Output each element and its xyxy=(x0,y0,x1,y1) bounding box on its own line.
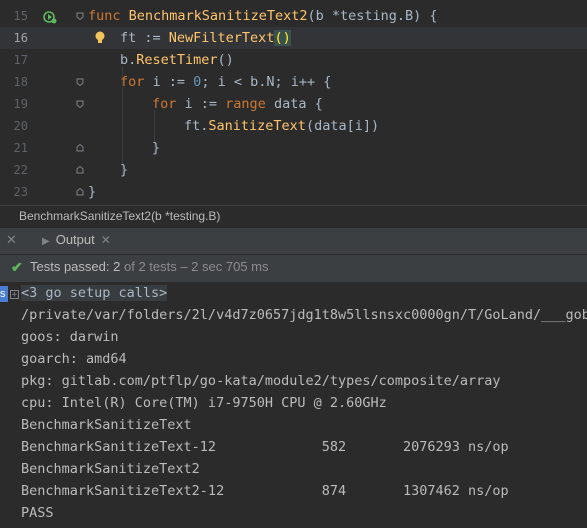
keyword: func xyxy=(88,8,121,24)
code-text: (data[i]) xyxy=(305,118,380,134)
code-editor[interactable]: 15 func BenchmarkSanitizeText2(b *testin… xyxy=(0,0,587,205)
fold-icon[interactable] xyxy=(76,188,84,196)
code-text: } xyxy=(120,162,129,178)
fold-icon[interactable] xyxy=(76,78,84,86)
code-line-16[interactable]: 16 ft := NewFilterText() xyxy=(0,27,587,49)
console-line: goos: darwin xyxy=(21,329,119,345)
close-icon[interactable]: ✕ xyxy=(6,232,17,248)
code-line-19[interactable]: 19 for i := range data { xyxy=(0,93,587,115)
code-text: } xyxy=(88,184,97,200)
code-line-18[interactable]: 18 for i := 0; i < b.N; i++ { xyxy=(0,71,587,93)
code-line-15[interactable]: 15 func BenchmarkSanitizeText2(b *testin… xyxy=(0,5,587,27)
line-number: 19 xyxy=(13,97,28,111)
code-line-22[interactable]: 22 } xyxy=(0,159,587,181)
function-call: ResetTimer xyxy=(136,52,218,68)
code-text: i := xyxy=(176,96,226,112)
code-line-17[interactable]: 17 b.ResetTimer() xyxy=(0,49,587,71)
function-name: BenchmarkSanitizeText2 xyxy=(128,8,308,24)
keyword: for xyxy=(120,74,145,90)
line-number: 18 xyxy=(13,75,28,89)
console-line: BenchmarkSanitizeText-12 582 2076293 ns/… xyxy=(21,439,509,455)
function-call: SanitizeText xyxy=(208,118,306,134)
paren-match: () xyxy=(274,30,291,46)
tests-passed-label: Tests passed: xyxy=(30,259,110,274)
tests-summary: of 2 tests – 2 sec 705 ms xyxy=(123,259,269,274)
line-number: 23 xyxy=(13,185,28,199)
code-line-21[interactable]: 21 } xyxy=(0,137,587,159)
close-icon[interactable]: ✕ xyxy=(101,233,111,247)
line-number: 15 xyxy=(13,9,28,23)
check-icon: ✔ xyxy=(11,259,23,275)
function-call: NewFilterText xyxy=(168,30,275,46)
setup-calls-fold[interactable]: <3 go setup calls> xyxy=(21,285,168,301)
breadcrumb-label: BenchmarkSanitizeText2(b *testing.B) xyxy=(19,209,221,223)
console-output[interactable]: s + <3 go setup calls> /private/var/fold… xyxy=(0,282,587,528)
console-line: BenchmarkSanitizeText xyxy=(21,417,192,433)
line-number: 17 xyxy=(13,53,28,67)
line-number: 16 xyxy=(13,31,28,45)
console-line: PASS xyxy=(21,505,54,521)
code-text: () xyxy=(217,52,234,68)
console-line: goarch: amd64 xyxy=(21,351,127,367)
code-line-23[interactable]: 23 } xyxy=(0,181,587,203)
console-line: BenchmarkSanitizeText2 xyxy=(21,461,200,477)
code-text: i := xyxy=(144,74,194,90)
test-status-bar: ✔ Tests passed: 2 of 2 tests – 2 sec 705… xyxy=(0,255,587,282)
breadcrumb[interactable]: BenchmarkSanitizeText2(b *testing.B) xyxy=(0,205,587,228)
play-icon: ▶ xyxy=(42,236,50,247)
console-line: BenchmarkSanitizeText2-12 874 1307462 ns… xyxy=(21,483,509,499)
fold-icon[interactable] xyxy=(76,12,84,20)
tests-passed-count: 2 xyxy=(113,259,121,274)
code-text: ft. xyxy=(184,118,209,134)
code-line-20[interactable]: 20 ft.SanitizeText(data[i]) xyxy=(0,115,587,137)
fold-icon[interactable] xyxy=(76,100,84,108)
tool-window-tabbar: ✕ ▶ Output ✕ xyxy=(0,228,587,255)
line-number: 20 xyxy=(13,119,28,133)
console-line: /private/var/folders/2l/v4d7z0657jdg1t8w… xyxy=(21,307,587,323)
code-text: ft := xyxy=(120,30,169,46)
console-line: cpu: Intel(R) Core(TM) i7-9750H CPU @ 2.… xyxy=(21,395,387,411)
keyword: for xyxy=(152,96,177,112)
code-text: data { xyxy=(265,96,323,112)
console-line: pkg: gitlab.com/ptflp/go-kata/module2/ty… xyxy=(21,373,501,389)
line-number: 22 xyxy=(13,163,28,177)
fold-icon[interactable] xyxy=(76,166,84,174)
status-badge: s xyxy=(0,286,8,302)
code-text: ; i < b.N; i++ { xyxy=(201,74,332,90)
tab-output-label: Output xyxy=(55,232,95,247)
keyword: range xyxy=(225,96,266,112)
fold-icon[interactable] xyxy=(76,144,84,152)
tab-output[interactable]: ▶ Output ✕ xyxy=(42,228,111,254)
line-number: 21 xyxy=(13,141,28,155)
code-text: b. xyxy=(120,52,137,68)
code-text: (b *testing.B) { xyxy=(307,8,438,24)
code-text: } xyxy=(152,140,161,156)
expand-icon[interactable]: + xyxy=(10,290,19,300)
